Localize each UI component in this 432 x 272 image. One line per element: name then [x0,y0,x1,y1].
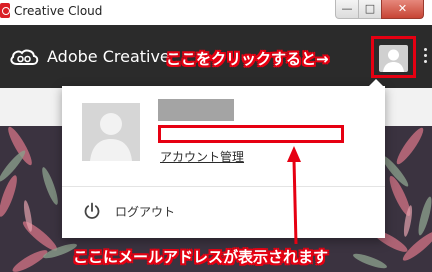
profile-avatar [82,103,140,161]
logout-button[interactable]: ログアウト [82,200,175,222]
kebab-menu-icon[interactable] [424,48,428,66]
minimize-button[interactable]: — [335,0,359,19]
app-name: Adobe Creative [47,47,170,66]
minimize-icon: — [341,2,353,15]
close-button[interactable]: ✕ [381,0,424,19]
account-popup: アカウント管理 ログアウト [62,79,385,238]
user-silhouette-icon [383,49,404,72]
logout-label: ログアウト [115,204,176,219]
creative-cloud-logo-icon [10,49,39,65]
annotation-click-here: ここをクリックすると→ [166,50,329,68]
window-titlebar: Creative Cloud — □ ✕ [0,0,432,25]
manage-account-link[interactable]: アカウント管理 [160,148,244,165]
creative-cloud-app-icon [0,3,10,18]
email-highlight-box [158,125,344,143]
popup-divider [62,186,385,187]
window-title: Creative Cloud [14,4,103,18]
avatar-button[interactable] [379,45,408,72]
annotation-email-shown-here: ここにメールアドレスが表示されます [73,248,329,266]
maximize-icon: □ [364,2,376,15]
avatar-highlight-box [371,36,416,78]
redacted-user-name [158,99,234,121]
popup-caret [369,79,383,86]
maximize-button[interactable]: □ [358,0,382,19]
power-icon [84,202,100,219]
close-icon: ✕ [397,2,408,15]
user-silhouette-icon [90,113,132,161]
